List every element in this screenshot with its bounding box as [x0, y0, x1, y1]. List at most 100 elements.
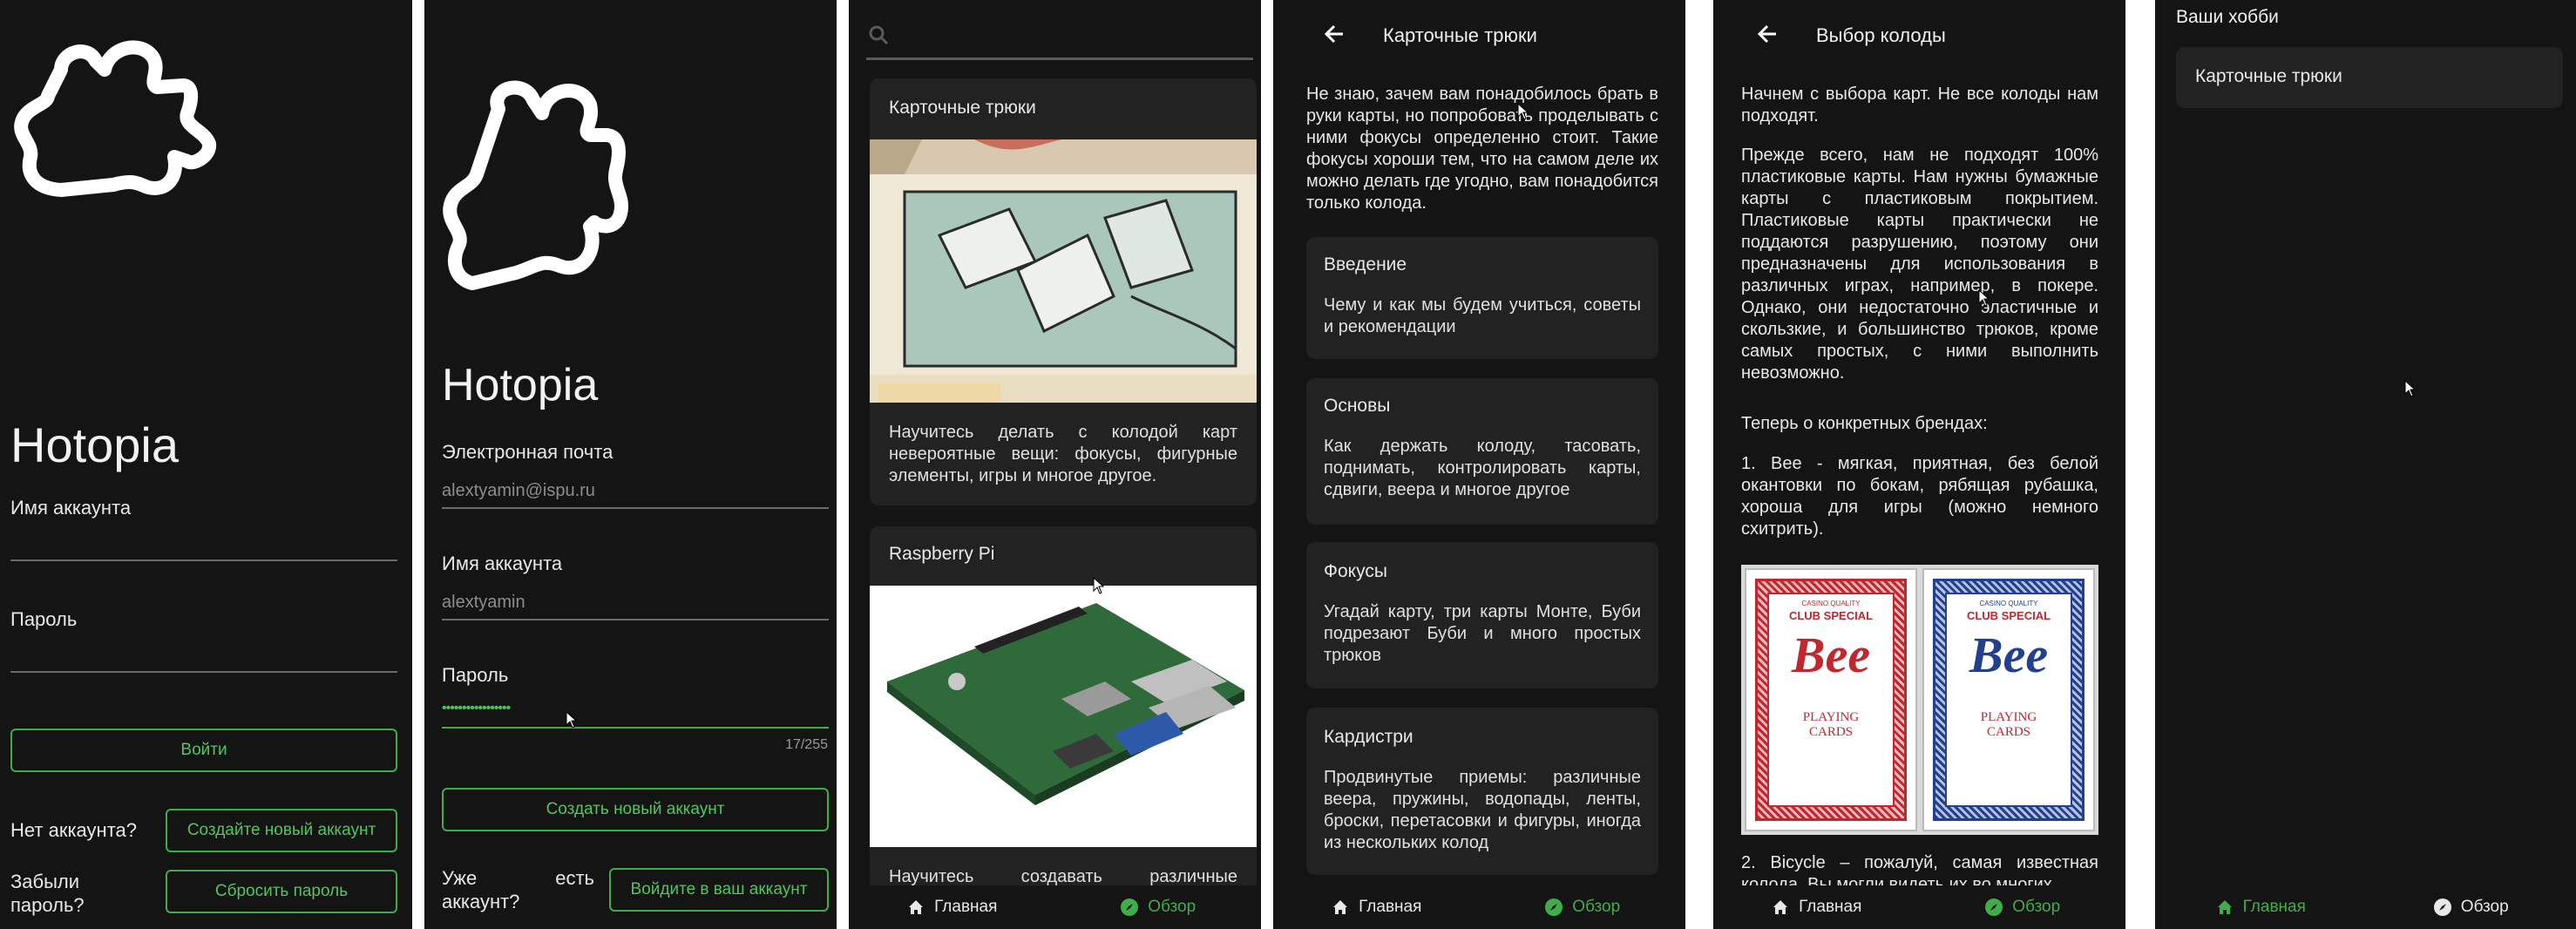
card-brand-text: Bee [1969, 627, 2049, 683]
card-brand-text: Bee [1791, 627, 1871, 683]
nav-home[interactable]: Главная [2155, 898, 2366, 917]
mouse-cursor-icon [1978, 289, 1990, 307]
login-link-button[interactable]: Войдите в ваш аккаунт [609, 868, 829, 912]
deck-paragraph-1: Начнем с выбора карт. Не все колоды нам … [1741, 85, 2098, 125]
have-account-text: Уже есть аккаунт? [442, 866, 594, 913]
nav-overview[interactable]: Обзор [2366, 898, 2576, 917]
card-title: Raspberry Pi [889, 544, 995, 564]
section-card-intro[interactable]: Введение Чему и как мы будем учиться, со… [1306, 237, 1658, 359]
section-text: Чему и как мы будем учиться, советы и ре… [1324, 295, 1641, 336]
section-card-basics[interactable]: Основы Как держать колоду, тасовать, под… [1306, 378, 1658, 525]
compass-icon [2433, 898, 2451, 916]
create-account-button[interactable]: Создать новый аккаунт [442, 788, 829, 831]
bee-card-red: CASINO QUALITY CLUB SPECIAL Bee PLAYING … [1745, 568, 1917, 831]
nav-home-label: Главная [2242, 898, 2306, 916]
deck-choice-screen: Выбор колоды Начнем с выбора карт. Не вс… [1713, 0, 2125, 929]
hobby-card-card-tricks[interactable]: Карточные трюки Научитесь делать с колод… [870, 78, 1257, 505]
nav-home[interactable]: Главная [849, 898, 1055, 917]
card-title: Карточные трюки [889, 98, 1036, 118]
page-title: Карточные трюки [1383, 24, 1537, 46]
mouse-cursor-icon [1517, 103, 1529, 120]
section-card-tricks[interactable]: Фокусы Угадай карту, три карты Монте, Бу… [1306, 542, 1658, 688]
nav-home-label: Главная [934, 898, 998, 916]
bottom-nav: Главная Обзор [849, 885, 1261, 929]
section-title: Фокусы [1324, 561, 1387, 581]
deck-paragraph-3: Теперь о конкретных брендах: [1741, 414, 1988, 433]
hobby-detail-screen: Карточные трюки Не знаю, зачем вам понад… [1273, 0, 1685, 929]
home-icon [2217, 900, 2232, 914]
nav-overview[interactable]: Обзор [1480, 898, 1686, 917]
nav-home[interactable]: Главная [1713, 898, 1920, 917]
section-text: Угадай карту, три карты Монте, Буби подр… [1324, 602, 1641, 665]
account-label: Имя аккаунта [10, 497, 132, 519]
puzzle-logo-icon [443, 80, 629, 290]
section-card-cardistry[interactable]: Кардистри Продвинутые приемы: различные … [1306, 708, 1658, 875]
page-title: Выбор колоды [1816, 24, 1946, 46]
hobby-intro: Не знаю, зачем вам понадобилось брать в … [1306, 85, 1658, 213]
no-account-text: Нет аккаунта? [10, 819, 137, 841]
search-input[interactable] [866, 58, 1253, 60]
section-title: Основы [1324, 396, 1391, 416]
forgot-password-text: Забыли пароль? [10, 871, 85, 916]
nav-home-label: Главная [1799, 898, 1862, 916]
nav-home-label: Главная [1359, 898, 1422, 916]
deck-paragraph-2: Прежде всего, нам не подходят 100% пласт… [1741, 146, 2098, 383]
account-label: Имя аккаунта [442, 553, 563, 574]
back-arrow-icon[interactable] [1324, 23, 1346, 45]
card-tricks-illustration [870, 139, 1257, 403]
card-club-text: CLUB SPECIAL [1966, 609, 2051, 622]
card-bottom-text-2: CARDS [1986, 725, 2031, 739]
password-label: Пароль [10, 608, 78, 630]
password-input[interactable] [10, 671, 397, 673]
account-input[interactable] [10, 559, 397, 561]
email-field[interactable]: alextyamin@ispu.ru [442, 481, 595, 501]
reset-password-button[interactable]: Сбросить пароль [166, 870, 397, 913]
card-top-text: CASINO QUALITY [1979, 600, 2038, 607]
search-icon[interactable] [868, 24, 889, 45]
mouse-cursor-icon [2404, 380, 2417, 397]
bee-cards-image: CASINO QUALITY CLUB SPECIAL Bee PLAYING … [1741, 565, 2098, 835]
app-title: Hotopia [442, 360, 599, 410]
deck-paragraph-4: 1. Bee - мягкая, приятная, без белой ока… [1741, 454, 2098, 539]
overview-screen: Карточные трюки Научитесь делать с колод… [849, 0, 1261, 929]
card-description: Научитесь делать с колодой карт невероят… [889, 423, 1237, 485]
home-icon [1773, 900, 1788, 914]
section-text: Продвинутые приемы: различные веера, пру… [1324, 768, 1641, 852]
section-text: Как держать колоду, тасовать, поднимать,… [1324, 437, 1641, 499]
my-hobbies-screen: Ваши хобби Карточные трюки Главная Обзор [2155, 0, 2576, 929]
nav-home[interactable]: Главная [1273, 898, 1480, 917]
hobby-card-raspberry-pi[interactable]: Raspberry Pi Научитесь создавать различн… [870, 526, 1257, 892]
back-arrow-icon[interactable] [1757, 23, 1779, 45]
have-account-word-3: аккаунт? [442, 891, 520, 912]
login-screen: Hotopia Имя аккаунта Пароль Войти Нет ак… [0, 0, 412, 929]
mouse-cursor-icon [566, 711, 578, 729]
have-account-word-2: есть [555, 867, 594, 889]
my-hobby-item[interactable]: Карточные трюки [2176, 47, 2563, 108]
nav-overview-label: Обзор [2460, 898, 2509, 916]
section-title: Кардистри [1324, 727, 1413, 747]
card-bottom-text-1: PLAYING [1802, 710, 1860, 724]
page-title: Ваши хобби [2176, 7, 2279, 27]
home-icon [1333, 900, 1348, 914]
password-field[interactable]: ••••••••••••••••• [442, 701, 511, 716]
compass-icon [1121, 898, 1139, 916]
nav-overview[interactable]: Обзор [1920, 898, 2126, 917]
bottom-nav: Главная Обзор [2155, 885, 2576, 929]
password-counter: 17/255 [785, 737, 828, 752]
create-account-button[interactable]: Создайте новый аккаунт [166, 809, 397, 852]
bottom-nav: Главная Обзор [1713, 885, 2125, 929]
nav-overview-label: Обзор [1148, 898, 1196, 916]
nav-overview[interactable]: Обзор [1055, 898, 1262, 917]
mouse-cursor-icon [1093, 577, 1105, 594]
section-title: Введение [1324, 254, 1407, 275]
register-screen: Hotopia Электронная почта alextyamin@isp… [424, 0, 837, 929]
login-button[interactable]: Войти [10, 729, 397, 772]
card-bottom-text-2: CARDS [1808, 725, 1854, 739]
account-field[interactable]: alextyamin [442, 593, 525, 613]
bee-card-blue: CASINO QUALITY CLUB SPECIAL Bee PLAYING … [1922, 568, 2095, 831]
nav-overview-label: Обзор [2012, 898, 2061, 916]
home-icon [909, 900, 924, 914]
account-underline [442, 619, 829, 620]
compass-icon [1545, 898, 1563, 916]
my-hobby-title: Карточные трюки [2195, 66, 2342, 86]
